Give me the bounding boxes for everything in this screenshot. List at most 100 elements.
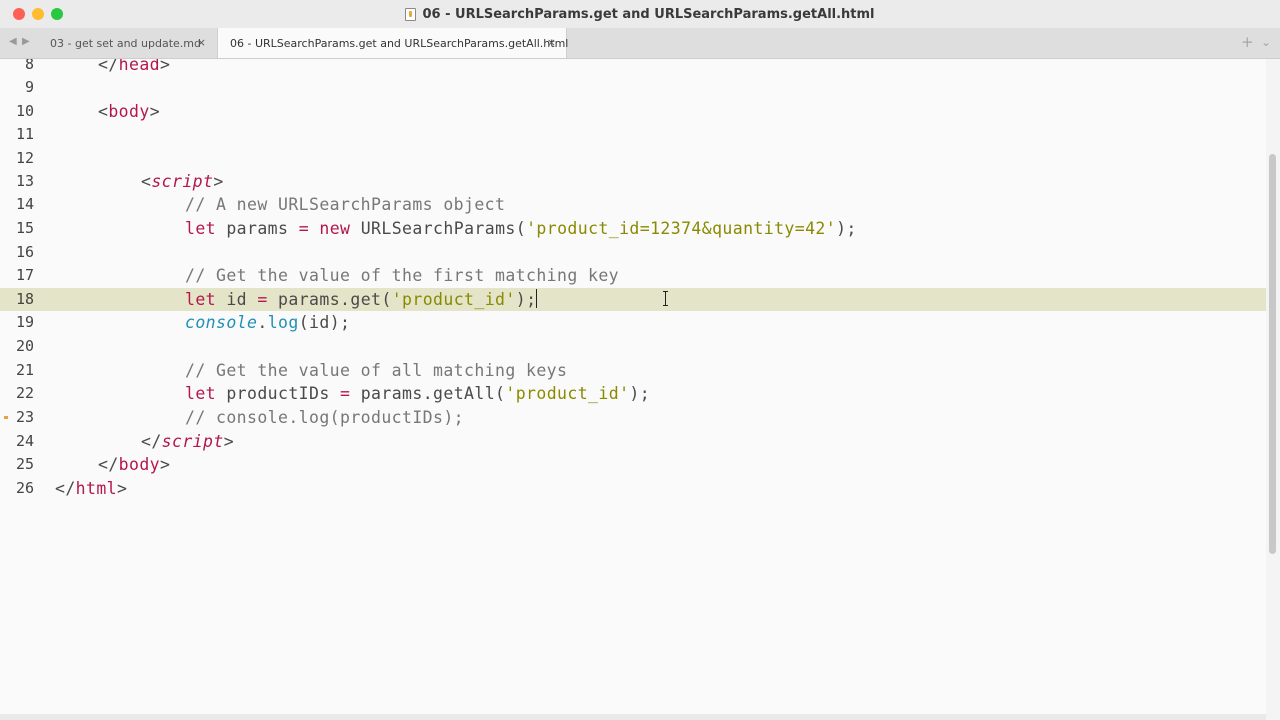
- code-text: </html>: [55, 477, 127, 500]
- code-line: 16: [0, 241, 1266, 264]
- line-number: 14: [15, 195, 34, 213]
- new-tab-icon[interactable]: +: [1241, 33, 1254, 51]
- code-line: 19 console.log(id);: [0, 311, 1266, 334]
- window-title-container: 06 - URLSearchParams.get and URLSearchPa…: [0, 0, 1280, 28]
- line-number: 16: [15, 243, 34, 261]
- code-token: 'product_id': [391, 290, 516, 309]
- code-token: let: [185, 290, 217, 309]
- code-token: </: [141, 432, 162, 451]
- line-number: 15: [15, 219, 34, 237]
- code-line: 14 // A new URLSearchParams object: [0, 193, 1266, 216]
- code-editor[interactable]: 8 </head> 9 10 <body> 11 12 13 <script> …: [0, 59, 1266, 720]
- code-token: <: [98, 102, 109, 121]
- code-token: </: [98, 59, 119, 74]
- code-token: =: [340, 384, 351, 403]
- code-token: );: [836, 219, 857, 238]
- code-line: 26 </html>: [0, 477, 1266, 500]
- code-token: html: [75, 479, 118, 498]
- code-line: 23 // console.log(productIDs);: [0, 406, 1266, 429]
- code-line: 17 // Get the value of the first matchin…: [0, 264, 1266, 287]
- horizontal-scrollbar[interactable]: [0, 714, 1266, 720]
- code-token: head: [118, 59, 161, 74]
- code-line: 13 <script>: [0, 170, 1266, 193]
- window-title: 06 - URLSearchParams.get and URLSearchPa…: [422, 6, 875, 22]
- code-line: 11: [0, 123, 1266, 146]
- tab-label: 03 - get set and update.md: [50, 36, 201, 50]
- code-line: 9: [0, 76, 1266, 99]
- code-token: );: [515, 290, 537, 309]
- code-line: 10 <body>: [0, 100, 1266, 123]
- code-token: body: [108, 102, 150, 121]
- code-token: >: [213, 172, 224, 191]
- tab-get-set-and-update[interactable]: 03 - get set and update.md ×: [38, 28, 216, 58]
- code-token: script: [161, 432, 224, 451]
- code-text: </body>: [98, 453, 170, 476]
- ibeam-cursor-icon: [663, 291, 669, 306]
- line-number: 8: [24, 59, 34, 73]
- scrollbar-thumb[interactable]: [1269, 154, 1276, 554]
- code-line: 24 </script>: [0, 430, 1266, 453]
- code-token: let: [185, 219, 217, 238]
- code-text: let productIDs = params.getAll('product_…: [185, 382, 650, 405]
- line-number: 22: [15, 384, 34, 402]
- code-token: (id);: [298, 313, 351, 332]
- code-line-active: 18 let id = params.get('product_id');: [0, 288, 1266, 311]
- code-token: let: [185, 384, 217, 403]
- tab-close-icon[interactable]: ×: [547, 36, 556, 49]
- code-token: log: [267, 313, 299, 332]
- back-arrow-icon[interactable]: ◀: [9, 36, 17, 47]
- tab-close-icon[interactable]: ×: [197, 36, 206, 49]
- line-number: 20: [15, 337, 34, 355]
- line-number: 11: [15, 125, 34, 143]
- code-text: let params = new URLSearchParams('produc…: [185, 217, 857, 240]
- code-token: .: [257, 313, 268, 332]
- line-number: 12: [15, 149, 34, 167]
- tab-bar: ◀ ▶ 03 - get set and update.md × 06 - UR…: [0, 28, 1280, 59]
- code-token: id: [216, 290, 258, 309]
- tab-urlsearchparams-get[interactable]: 06 - URLSearchParams.get and URLSearchPa…: [217, 28, 569, 58]
- code-line: 21 // Get the value of all matching keys: [0, 359, 1266, 382]
- code-token: 'product_id=12374&quantity=42': [526, 219, 837, 238]
- line-number: 13: [15, 172, 34, 190]
- code-token: >: [117, 479, 128, 498]
- code-token: script: [151, 172, 214, 191]
- line-number: 24: [15, 432, 34, 450]
- line-number: 17: [15, 266, 34, 284]
- line-number: 18: [15, 290, 34, 308]
- code-token: params.get(: [267, 290, 392, 309]
- code-comment: // A new URLSearchParams object: [185, 195, 506, 214]
- code-token: >: [160, 59, 171, 74]
- code-text: let id = params.get('product_id');: [185, 288, 538, 311]
- code-token: >: [160, 455, 171, 474]
- code-line: 20: [0, 335, 1266, 358]
- code-line: 25 </body>: [0, 453, 1266, 476]
- code-token: params: [216, 219, 299, 238]
- code-text: console.log(id);: [185, 311, 350, 334]
- code-token: URLSearchParams(: [350, 219, 527, 238]
- vertical-scrollbar[interactable]: [1266, 59, 1280, 720]
- code-token: params.getAll(: [350, 384, 506, 403]
- tab-label: 06 - URLSearchParams.get and URLSearchPa…: [230, 36, 569, 50]
- code-comment: // console.log(productIDs);: [185, 408, 465, 427]
- code-text: <script>: [141, 170, 224, 193]
- code-token: 'product_id': [505, 384, 630, 403]
- code-token: >: [149, 102, 161, 121]
- code-line: 22 let productIDs = params.getAll('produ…: [0, 382, 1266, 405]
- code-text: </script>: [141, 430, 234, 453]
- code-token: productIDs: [216, 384, 341, 403]
- line-number: 21: [15, 361, 34, 379]
- document-icon: [405, 7, 417, 21]
- forward-arrow-icon[interactable]: ▶: [22, 36, 30, 47]
- code-token: </: [55, 479, 76, 498]
- line-number: 10: [15, 102, 34, 120]
- line-number: 19: [15, 313, 34, 331]
- code-comment: // Get the value of the first matching k…: [185, 266, 620, 285]
- line-number: 9: [24, 78, 34, 96]
- tab-overflow-icon[interactable]: ⌄: [1261, 35, 1271, 49]
- code-token: console: [185, 313, 258, 332]
- code-token: >: [223, 432, 235, 451]
- code-line: 12: [0, 147, 1266, 170]
- code-token: =: [298, 219, 310, 238]
- code-token: );: [629, 384, 651, 403]
